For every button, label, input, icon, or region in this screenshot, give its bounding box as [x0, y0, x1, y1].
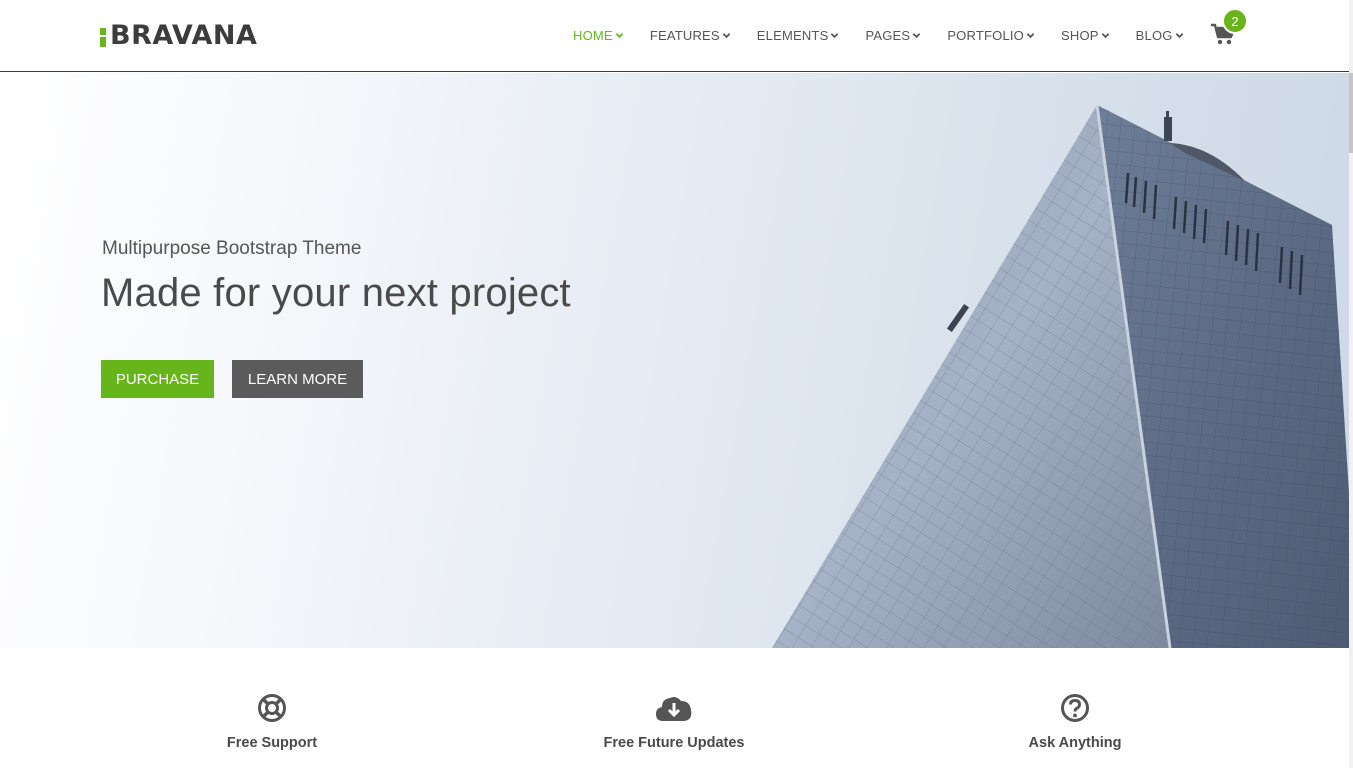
chevron-down-icon — [1026, 32, 1035, 38]
nav-item-label: ELEMENTS — [756, 27, 829, 43]
page: BRAVANA HOME FEATURES ELEMENTS PAGES POR… — [0, 0, 1353, 768]
nav-item-portfolio[interactable]: PORTFOLIO — [947, 28, 1035, 43]
chevron-down-icon — [722, 32, 731, 38]
feature-label: Ask Anything — [1028, 735, 1122, 751]
cart-count-badge: 2 — [1222, 8, 1248, 34]
learn-more-button[interactable]: LEARN MORE — [232, 360, 363, 398]
hero-subtitle: Multipurpose Bootstrap Theme — [102, 238, 362, 259]
main-nav: HOME FEATURES ELEMENTS PAGES PORTFOLIO S… — [573, 26, 1210, 44]
nav-item-elements[interactable]: ELEMENTS — [757, 28, 840, 43]
nav-item-label: SHOP — [1061, 27, 1099, 43]
hero-title: Made for your next project — [101, 271, 571, 315]
feature-label: Free Future Updates — [603, 735, 745, 751]
logo-mark-icon — [100, 25, 112, 47]
chevron-down-icon — [615, 32, 624, 38]
nav-item-label: BLOG — [1135, 27, 1173, 43]
chevron-down-icon — [1175, 32, 1183, 38]
question-circle-icon — [1061, 694, 1089, 722]
nav-item-features[interactable]: FEATURES — [650, 28, 731, 43]
brand-logo[interactable]: BRAVANA — [100, 21, 257, 51]
nav-item-label: HOME — [573, 27, 613, 43]
life-ring-icon — [258, 694, 286, 722]
chevron-down-icon — [913, 32, 921, 38]
hero-section: Multipurpose Bootstrap Theme Made for yo… — [0, 73, 1349, 648]
feature-label: Free Support — [226, 735, 318, 751]
nav-item-pages[interactable]: PAGES — [865, 28, 921, 43]
feature-ask-anything: Ask Anything — [955, 693, 1195, 751]
nav-item-label: PORTFOLIO — [947, 27, 1024, 43]
chevron-down-icon — [831, 32, 839, 38]
brand-name: BRAVANA — [110, 20, 258, 51]
feature-free-support: Free Support — [152, 693, 392, 751]
nav-item-shop[interactable]: SHOP — [1061, 28, 1110, 43]
nav-item-label: PAGES — [865, 27, 911, 43]
nav-item-home[interactable]: HOME — [573, 28, 624, 43]
feature-free-future-updates: Free Future Updates — [554, 693, 794, 751]
nav-item-label: FEATURES — [649, 27, 720, 43]
cloud-download-icon — [656, 697, 692, 721]
site-header: BRAVANA HOME FEATURES ELEMENTS PAGES POR… — [0, 0, 1349, 72]
chevron-down-icon — [1101, 32, 1109, 38]
nav-item-blog[interactable]: BLOG — [1136, 28, 1184, 43]
purchase-button[interactable]: PURCHASE — [101, 360, 214, 398]
scrollbar-thumb[interactable] — [1349, 73, 1353, 153]
